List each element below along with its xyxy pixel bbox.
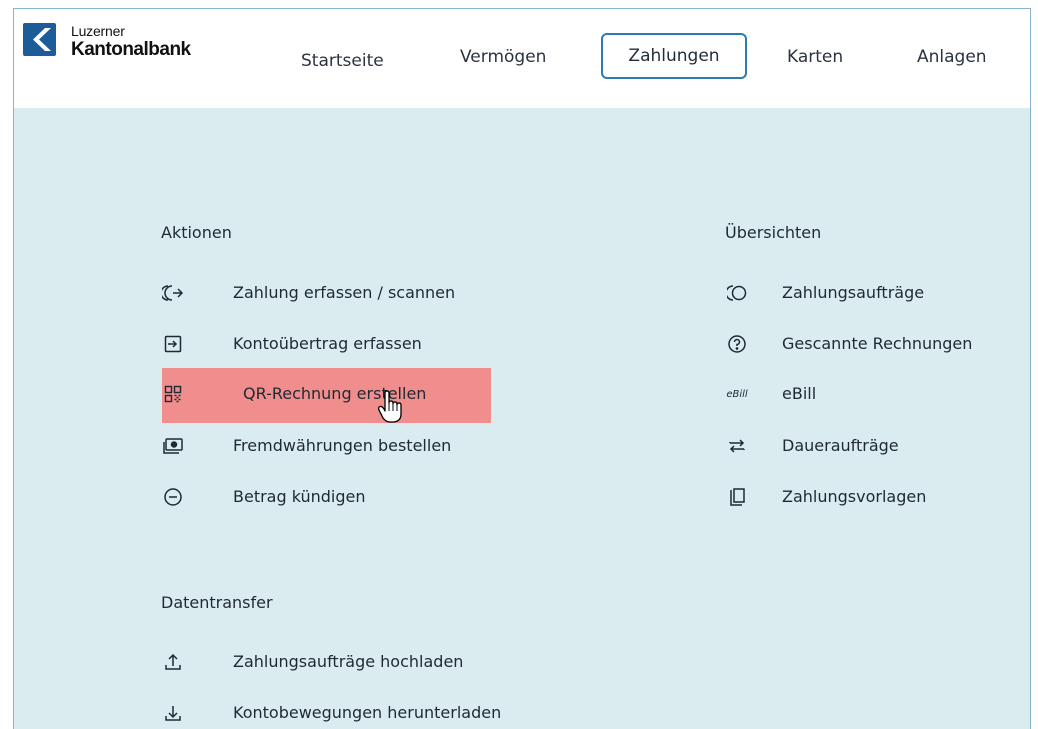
- nav-zahlungen-label: Zahlungen: [628, 46, 720, 66]
- minus-circle-icon: [161, 485, 185, 509]
- menu-item-label: Zahlungsvorlagen: [782, 487, 927, 506]
- menu-item-label: Zahlungsaufträge hochladen: [233, 652, 464, 671]
- qr-code-icon: [161, 382, 185, 406]
- section-title-aktionen: Aktionen: [161, 223, 232, 242]
- nav-anlagen[interactable]: Anlagen: [917, 47, 987, 67]
- menu-item-zahlung-erfassen[interactable]: Zahlung erfassen / scannen: [161, 277, 481, 309]
- logo-text-line2: Kantonalbank: [71, 39, 191, 60]
- question-circle-icon: [725, 332, 749, 356]
- menu-item-label: Zahlungsaufträge: [782, 283, 925, 302]
- scan-payment-icon: [161, 281, 185, 305]
- payments-menu-panel: Aktionen Zahlung erfassen / scannen Kont…: [14, 108, 1030, 729]
- menu-item-label: Betrag kündigen: [233, 487, 366, 506]
- logo-mark-icon: [23, 23, 56, 56]
- banknote-icon: [161, 434, 185, 458]
- nav-startseite[interactable]: Startseite: [301, 51, 384, 71]
- hand-cursor-icon: [378, 390, 404, 428]
- menu-item-kontouebertrag[interactable]: Kontoübertrag erfassen: [161, 328, 481, 360]
- nav-karten[interactable]: Karten: [787, 47, 843, 67]
- logo-text-line1: Luzerner: [71, 23, 125, 39]
- menu-item-download[interactable]: Kontobewegungen herunterladen: [161, 697, 501, 729]
- app-frame: Luzerner Kantonalbank Startseite Vermöge…: [13, 8, 1031, 729]
- payment-orders-icon: [725, 281, 749, 305]
- menu-item-label: Fremdwährungen bestellen: [233, 436, 452, 455]
- upload-icon: [161, 650, 185, 674]
- ebill-icon: eBill: [726, 388, 748, 400]
- menu-item-label: Daueraufträge: [782, 436, 899, 455]
- menu-item-label: eBill: [782, 384, 817, 403]
- templates-icon: [725, 485, 749, 509]
- menu-item-label: Kontobewegungen herunterladen: [233, 703, 502, 722]
- menu-item-gescannte-rechnungen[interactable]: Gescannte Rechnungen: [725, 328, 1015, 360]
- section-title-uebersichten: Übersichten: [725, 223, 822, 242]
- section-title-datentransfer: Datentransfer: [161, 593, 273, 612]
- menu-item-zahlungsvorlagen[interactable]: Zahlungsvorlagen: [725, 481, 1015, 513]
- menu-item-dauerauftraege[interactable]: Daueraufträge: [725, 430, 1015, 462]
- nav-zahlungen[interactable]: Zahlungen: [601, 33, 747, 79]
- menu-item-label: Gescannte Rechnungen: [782, 334, 973, 353]
- menu-item-label: Zahlung erfassen / scannen: [233, 283, 456, 302]
- menu-item-betrag-kuendigen[interactable]: Betrag kündigen: [161, 481, 481, 513]
- download-icon: [161, 701, 185, 725]
- menu-item-upload[interactable]: Zahlungsaufträge hochladen: [161, 646, 501, 678]
- menu-item-fremdwaehrungen[interactable]: Fremdwährungen bestellen: [161, 430, 501, 462]
- repeat-icon: [725, 434, 749, 458]
- top-navigation: Luzerner Kantonalbank Startseite Vermöge…: [14, 9, 1030, 108]
- nav-vermoegen[interactable]: Vermögen: [460, 47, 546, 67]
- menu-item-ebill[interactable]: eBill eBill: [725, 378, 1015, 410]
- menu-item-qr-rechnung[interactable]: QR-Rechnung erstellen: [161, 378, 491, 410]
- transfer-icon: [161, 332, 185, 356]
- menu-item-label: Kontoübertrag erfassen: [233, 334, 422, 353]
- menu-item-zahlungsauftraege[interactable]: Zahlungsaufträge: [725, 277, 1015, 309]
